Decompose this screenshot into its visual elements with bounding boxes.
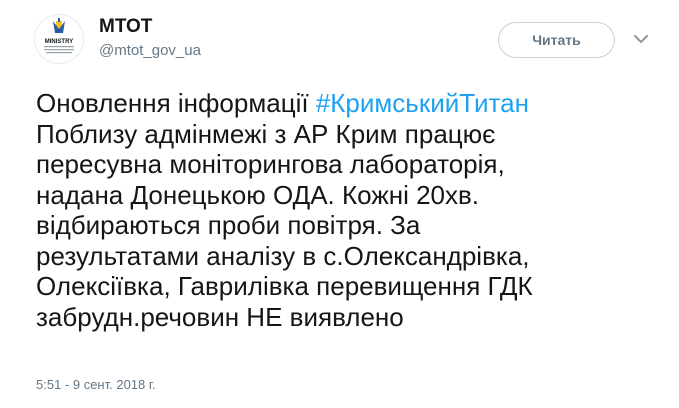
follow-button[interactable]: Читать [498,22,615,58]
tweet-card: MINISTRY МТОТ @mtot_gov_ua Читать Оновле… [0,0,679,408]
tweet-line-text: Оновлення інформації [36,88,316,118]
avatar[interactable]: MINISTRY [34,14,84,64]
tweet-line: результатами аналізу в с.Олександрівка, [36,240,530,271]
tweet-line: Оновлення інформації #КримськийТитан [36,88,656,119]
chevron-down-icon[interactable] [632,30,650,48]
ministry-logo-icon: MINISTRY [44,18,74,54]
tweet-line: забрудн.речовин НЕ виявлено [36,301,404,332]
tweet-line: пересувна моніторингова лабораторія, [36,149,505,179]
tweet-line: відбираються проби повітря. За [36,210,421,240]
hashtag-link[interactable]: #КримськийТитан [316,88,529,118]
tweet-line: Поблизу адмінмежі з АР Крим працює [36,118,496,149]
tweet-timestamp[interactable]: 5:51 - 9 сент. 2018 г. [36,377,156,393]
account-handle[interactable]: @mtot_gov_ua [99,42,201,60]
account-name[interactable]: МТОТ [99,16,152,38]
tweet-line: Олексіївка, Гаврилівка перевищення ГДК [36,271,533,301]
avatar-caption: MINISTRY [45,39,73,45]
tweet-line: надана Донецькою ОДА. Кожні 20хв. [36,179,480,210]
tweet-text: Оновлення інформації #КримськийТитан Поб… [36,88,656,332]
